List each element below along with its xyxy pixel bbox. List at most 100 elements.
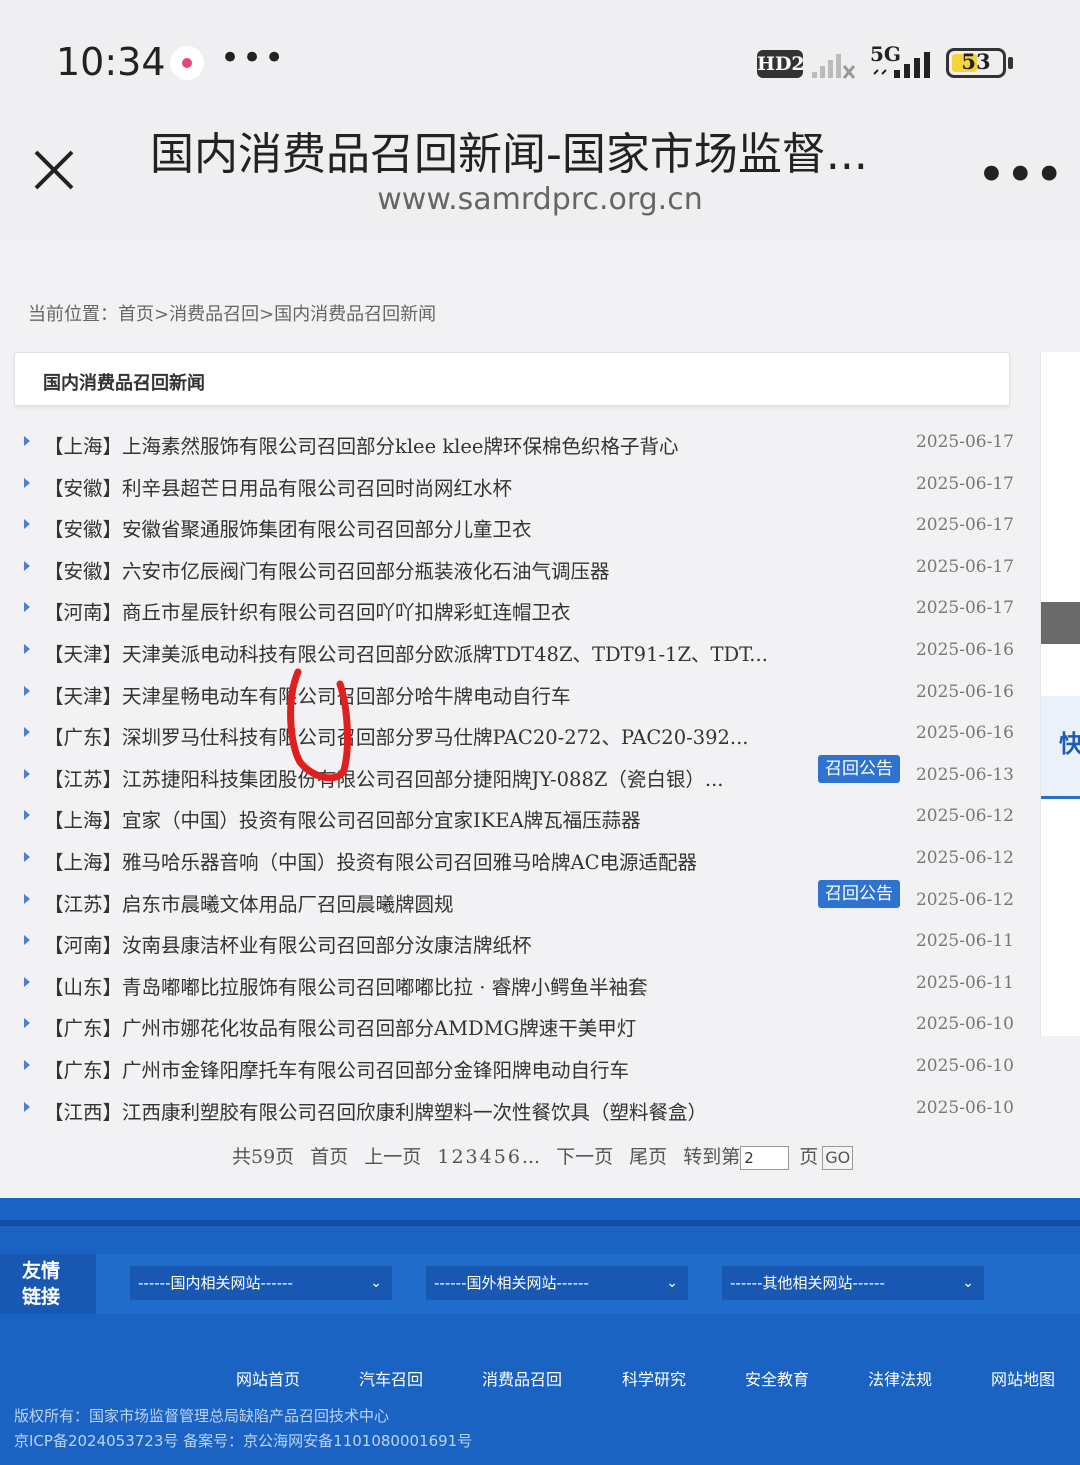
news-date: 2025-06-11 xyxy=(915,931,1014,952)
news-date: 2025-06-12 xyxy=(915,889,1014,910)
recording-icon xyxy=(170,46,204,80)
pager-page[interactable]: 1 xyxy=(437,1146,449,1168)
news-item[interactable]: 【上海】宜家（中国）投资有限公司召回部分宜家IKEA牌瓦福压蒜器 2025-06-… xyxy=(24,798,1014,838)
go-button[interactable]: GO xyxy=(822,1146,854,1170)
other-sites-select[interactable]: ------其他相关网站------ ⌄ xyxy=(722,1266,984,1300)
news-item[interactable]: 【安徽】利辛县超芒日用品有限公司召回时尚网红水杯 2025-06-17 xyxy=(24,466,1014,506)
news-item[interactable]: 【江苏】江苏捷阳科技集团股份有限公司召回部分捷阳牌JY-088Z（瓷白银）...… xyxy=(24,754,1014,797)
news-item[interactable]: 【上海】雅马哈乐器音响（中国）投资有限公司召回雅马哈牌AC电源适配器 2025-0… xyxy=(24,840,1014,880)
news-title[interactable]: 【江西】江西康利塑胶有限公司召回欣康利牌塑料一次性餐饮具（塑料餐盒） xyxy=(44,1096,707,1125)
news-date: 2025-06-10 xyxy=(915,1056,1014,1076)
footer-divider xyxy=(0,1220,1080,1226)
news-date: 2025-06-16 xyxy=(915,723,1014,744)
section-header: 国内消费品召回新闻 xyxy=(14,352,1010,406)
news-item[interactable]: 【安徽】六安市亿辰阀门有限公司召回部分瓶装液化石油气调压器 2025-06-17 xyxy=(24,549,1014,589)
more-menu-icon[interactable]: ••• xyxy=(978,150,1065,199)
bullet-arrow-icon xyxy=(24,602,30,613)
news-title[interactable]: 【上海】宜家（中国）投资有限公司召回部分宜家IKEA牌瓦福压蒜器 xyxy=(44,804,641,833)
news-date: 2025-06-12 xyxy=(915,848,1014,868)
footer-nav-law[interactable]: 法律法规 xyxy=(868,1366,932,1390)
news-title[interactable]: 【山东】青岛嘟嘟比拉服饰有限公司召回嘟嘟比拉 · 睿牌小鳄鱼半袖套 xyxy=(44,971,648,1000)
battery-level: 53 xyxy=(961,49,991,74)
status-bar: 10:34 ••• HD2 5G 53 xyxy=(0,0,1080,120)
footer-nav-sitemap[interactable]: 网站地图 xyxy=(991,1366,1055,1390)
news-title[interactable]: 【广东】深圳罗马仕科技有限公司召回部分罗马仕牌PAC20-272、PAC20-3… xyxy=(44,721,749,750)
news-title[interactable]: 【河南】汝南县康洁杯业有限公司召回部分汝康洁牌纸杯 xyxy=(44,929,532,958)
pager-ellipsis: ... xyxy=(521,1146,541,1168)
news-item[interactable]: 【安徽】安徽省聚通服饰集团有限公司召回部分儿童卫衣 2025-06-17 xyxy=(24,507,1014,547)
breadcrumb: 当前位置：首页>消费品召回>国内消费品召回新闻 xyxy=(28,304,437,325)
status-more-icon: ••• xyxy=(220,38,287,78)
recall-notice-badge[interactable]: 召回公告 xyxy=(818,879,900,908)
news-title[interactable]: 【广东】广州市金锋阳摩托车有限公司召回部分金锋阳牌电动自行车 xyxy=(44,1054,629,1083)
icp-record[interactable]: 京ICP备2024053723号 备案号：京公海网安备11010800016­9… xyxy=(14,1430,472,1451)
pager-page[interactable]: 3 xyxy=(466,1146,478,1168)
news-title[interactable]: 【江苏】江苏捷阳科技集团股份有限公司召回部分捷阳牌JY-088Z（瓷白银）... xyxy=(44,763,724,792)
battery-tip xyxy=(1008,57,1013,69)
news-title[interactable]: 【天津】天津星畅电动车有限公司召回部分哈牛牌电动自行车 xyxy=(44,680,571,709)
bullet-arrow-icon xyxy=(24,852,30,862)
pager-prev[interactable]: 上一页 xyxy=(364,1146,421,1168)
news-title[interactable]: 【河南】商丘市星辰针织有限公司召回吖吖扣牌彩虹连帽卫衣 xyxy=(44,596,571,625)
pager-page[interactable]: 5 xyxy=(494,1146,506,1168)
news-title[interactable]: 【安徽】六安市亿辰阀门有限公司召回部分瓶装液化石油气调压器 xyxy=(44,555,610,584)
news-date: 2025-06-10 xyxy=(915,1014,1014,1035)
pager-first[interactable]: 首页 xyxy=(310,1146,348,1168)
clock: 10:34 xyxy=(56,40,166,84)
news-item[interactable]: 【河南】商丘市星辰针织有限公司召回吖吖扣牌彩虹连帽卫衣 2025-06-17 xyxy=(24,590,1014,630)
pager-page[interactable]: 2 xyxy=(451,1146,463,1168)
battery-icon: 53 xyxy=(946,48,1006,78)
page-number-input[interactable]: 2 xyxy=(740,1146,790,1170)
news-title[interactable]: 【上海】雅马哈乐器音响（中国）投资有限公司召回雅马哈牌AC电源适配器 xyxy=(44,846,697,875)
recall-notice-badge[interactable]: 召回公告 xyxy=(818,754,900,783)
news-item[interactable]: 【广东】深圳罗马仕科技有限公司召回部分罗马仕牌PAC20-272、PAC20-3… xyxy=(24,715,1014,755)
news-date: 2025-06-11 xyxy=(915,972,1014,993)
domestic-sites-select[interactable]: ------国内相关网站------ ⌄ xyxy=(130,1266,392,1300)
foreign-sites-select[interactable]: ------国外相关网站------ ⌄ xyxy=(426,1266,688,1300)
bullet-arrow-icon xyxy=(24,644,30,654)
footer-nav-safety[interactable]: 安全教育 xyxy=(745,1366,809,1390)
news-date: 2025-06-16 xyxy=(915,681,1014,702)
footer-nav-consumer[interactable]: 消费品召回 xyxy=(482,1366,562,1390)
bullet-arrow-icon xyxy=(24,935,30,946)
news-title[interactable]: 【上海】上海素然服饰有限公司召回部分klee klee牌环保棉色织格子背心 xyxy=(44,430,678,459)
bullet-arrow-icon xyxy=(24,810,30,821)
news-item[interactable]: 【广东】广州市娜花化妆品有限公司召回部分AMDMG牌速干美甲灯 2025-06-1… xyxy=(24,1006,1014,1046)
news-title[interactable]: 【安徽】安徽省聚通服饰集团有限公司召回部分儿童卫衣 xyxy=(44,513,532,542)
bullet-arrow-icon xyxy=(24,560,30,571)
friend-links: 友情链接 ------国内相关网站------ ⌄ ------国外相关网站---… xyxy=(0,1254,1080,1314)
pager-page[interactable]: 4 xyxy=(480,1146,492,1168)
news-title[interactable]: 【江苏】启东市晨曦文体用品厂召回晨曦牌圆规 xyxy=(44,888,454,917)
bullet-arrow-icon xyxy=(24,436,30,446)
news-title[interactable]: 【广东】广州市娜花化妆品有限公司召回部分AMDMG牌速干美甲灯 xyxy=(44,1012,636,1041)
pager-page[interactable]: 6 xyxy=(508,1146,520,1168)
news-item[interactable]: 【天津】天津星畅电动车有限公司召回部分哈牛牌电动自行车 2025-06-16 xyxy=(24,674,1014,714)
news-item[interactable]: 【天津】天津美派电动科技有限公司召回部分欧派牌TDT48Z、TDT91-1Z、T… xyxy=(24,632,1014,672)
bullet-arrow-icon xyxy=(24,685,30,696)
footer-nav-home[interactable]: 网站首页 xyxy=(236,1366,300,1390)
pager-total: 共59页 xyxy=(232,1146,295,1168)
bullet-arrow-icon xyxy=(24,893,30,904)
news-item[interactable]: 【江苏】启东市晨曦文体用品厂召回晨曦牌圆规 召回公告 2025-06-12 xyxy=(24,879,1014,922)
chevron-down-icon: ⌄ xyxy=(962,1275,974,1291)
news-title[interactable]: 【天津】天津美派电动科技有限公司召回部分欧派牌TDT48Z、TDT91-1Z、T… xyxy=(44,638,768,667)
news-item[interactable]: 【山东】青岛嘟嘟比拉服饰有限公司召回嘟嘟比拉 · 睿牌小鳄鱼半袖套 2025-06… xyxy=(24,965,1014,1005)
chevron-down-icon: ⌄ xyxy=(370,1275,382,1291)
chevron-down-icon: ⌄ xyxy=(666,1275,678,1291)
news-item[interactable]: 【河南】汝南县康洁杯业有限公司召回部分汝康洁牌纸杯 2025-06-11 xyxy=(24,923,1014,963)
news-date: 2025-06-17 xyxy=(915,598,1014,619)
footer-nav-vehicle[interactable]: 汽车召回 xyxy=(359,1366,423,1390)
bullet-arrow-icon xyxy=(24,477,30,488)
pager-next[interactable]: 下一页 xyxy=(556,1146,613,1168)
copyright: 版权所有：国家市场监督管理总局缺陷产品召回技术中心 xyxy=(14,1407,390,1425)
pager-goto-label: 转到第 xyxy=(683,1146,741,1168)
news-title[interactable]: 【安徽】利辛县超芒日用品有限公司召回时尚网红水杯 xyxy=(44,472,512,501)
news-date: 2025-06-17 xyxy=(915,556,1014,577)
bullet-arrow-icon xyxy=(24,1101,30,1112)
pager-last[interactable]: 尾页 xyxy=(629,1146,667,1168)
page-url[interactable]: www.samrdprc.org.cn xyxy=(0,182,1080,217)
news-item[interactable]: 【上海】上海素然服饰有限公司召回部分klee klee牌环保棉色织格子背心 202… xyxy=(24,424,1014,464)
footer-nav-research[interactable]: 科学研究 xyxy=(622,1366,686,1390)
news-item[interactable]: 【江西】江西康利塑胶有限公司召回欣康利牌塑料一次性餐饮具（塑料餐盒） 2025-0… xyxy=(24,1090,1014,1130)
news-item[interactable]: 【广东】广州市金锋阳摩托车有限公司召回部分金锋阳牌电动自行车 2025-06-10 xyxy=(24,1048,1014,1088)
